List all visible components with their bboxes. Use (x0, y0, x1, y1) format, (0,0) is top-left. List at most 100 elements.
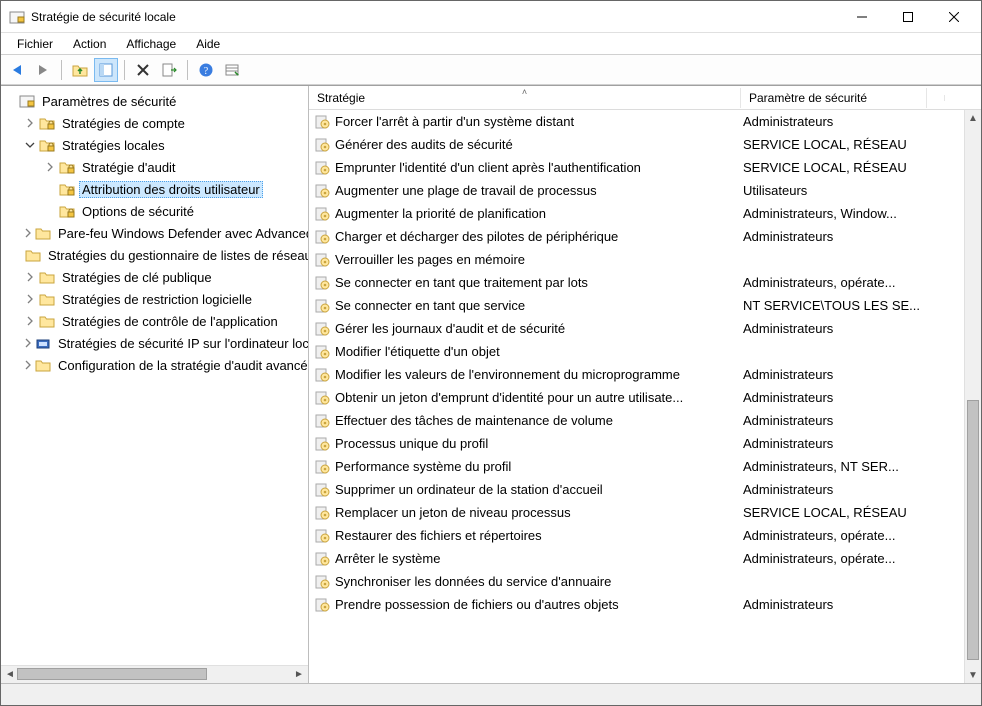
policy-item-icon (313, 597, 331, 613)
tree-item[interactable]: Stratégies de sécurité IP sur l'ordinate… (1, 332, 308, 354)
list-row[interactable]: Modifier l'étiquette d'un objet (309, 340, 981, 363)
tree-item[interactable]: Options de sécurité (1, 200, 308, 222)
tree-item[interactable]: Stratégies de clé publique (1, 266, 308, 288)
list-row[interactable]: Remplacer un jeton de niveau processusSE… (309, 501, 981, 524)
policy-item-icon (313, 229, 331, 245)
list-vertical-scrollbar[interactable]: ▲ ▼ (964, 110, 981, 683)
toolbar-separator (187, 60, 188, 80)
folder-locked-icon (59, 159, 75, 175)
list-row[interactable]: Arrêter le systèmeAdministrateurs, opéra… (309, 547, 981, 570)
tree-item[interactable]: Stratégies du gestionnaire de listes de … (1, 244, 308, 266)
folder-icon (35, 225, 51, 241)
menu-help[interactable]: Aide (186, 35, 230, 53)
list-row[interactable]: Augmenter la priorité de planificationAd… (309, 202, 981, 225)
chevron-right-icon[interactable] (23, 358, 33, 372)
policy-setting: Administrateurs (741, 114, 927, 129)
policy-setting: Administrateurs, opérate... (741, 528, 927, 543)
list-row[interactable]: Processus unique du profilAdministrateur… (309, 432, 981, 455)
tree-item[interactable]: Stratégies de contrôle de l'application (1, 310, 308, 332)
folder-icon (39, 291, 55, 307)
chevron-right-icon[interactable] (23, 270, 37, 284)
export-list-button[interactable] (157, 58, 181, 82)
list-row[interactable]: Synchroniser les données du service d'an… (309, 570, 981, 593)
column-header-policy[interactable]: Stratégie (309, 88, 741, 108)
toolbar: ? (1, 55, 981, 85)
back-button[interactable] (5, 58, 29, 82)
forward-button[interactable] (31, 58, 55, 82)
help-button[interactable]: ? (194, 58, 218, 82)
list-row[interactable]: Obtenir un jeton d'emprunt d'identité po… (309, 386, 981, 409)
delete-button[interactable] (131, 58, 155, 82)
tree-item[interactable]: Attribution des droits utilisateur (1, 178, 308, 200)
maximize-button[interactable] (885, 2, 931, 32)
menu-bar: Fichier Action Affichage Aide (1, 33, 981, 55)
tree-horizontal-scrollbar[interactable]: ◄ ► (1, 665, 308, 683)
tree-item[interactable]: Stratégies de compte (1, 112, 308, 134)
list-row[interactable]: Modifier les valeurs de l'environnement … (309, 363, 981, 386)
tree-body[interactable]: Paramètres de sécurité Stratégies de com… (1, 86, 308, 665)
minimize-button[interactable] (839, 2, 885, 32)
scroll-down-icon[interactable]: ▼ (965, 667, 981, 683)
scrollbar-thumb[interactable] (17, 668, 207, 680)
scrollbar-thumb[interactable] (967, 400, 979, 660)
list-row[interactable]: Se connecter en tant que service NT SERVI… (309, 294, 981, 317)
policy-name: Se connecter en tant que traitement par … (335, 275, 588, 290)
chevron-right-icon[interactable] (23, 336, 33, 350)
list-row[interactable]: Effectuer des tâches de maintenance de v… (309, 409, 981, 432)
policy-name: Se connecter en tant que service (335, 298, 525, 313)
policy-setting: Administrateurs (741, 229, 927, 244)
show-hide-tree-button[interactable] (94, 58, 118, 82)
chevron-right-icon[interactable] (23, 314, 37, 328)
scroll-up-icon[interactable]: ▲ (965, 110, 981, 126)
menu-view[interactable]: Affichage (116, 35, 186, 53)
up-level-button[interactable] (68, 58, 92, 82)
tree-root[interactable]: Paramètres de sécurité (1, 90, 308, 112)
menu-file[interactable]: Fichier (7, 35, 63, 53)
chevron-right-icon[interactable] (23, 226, 33, 240)
policy-setting: Utilisateurs (741, 183, 927, 198)
policy-name: Supprimer un ordinateur de la station d'… (335, 482, 603, 497)
list-row[interactable]: Verrouiller les pages en mémoire (309, 248, 981, 271)
tree-item-label: Options de sécurité (79, 203, 197, 220)
list-row[interactable]: Charger et décharger des pilotes de péri… (309, 225, 981, 248)
chevron-right-icon[interactable] (23, 292, 37, 306)
tree-item-label: Stratégies de clé publique (59, 269, 215, 286)
list-row[interactable]: Supprimer un ordinateur de la station d'… (309, 478, 981, 501)
menu-action[interactable]: Action (63, 35, 116, 53)
list-pane: Stratégie Paramètre de sécurité Forcer l… (309, 86, 981, 683)
list-row[interactable]: Forcer l'arrêt à partir d'un système dis… (309, 110, 981, 133)
list-row[interactable]: Emprunter l'identité d'un client après l… (309, 156, 981, 179)
list-body[interactable]: Forcer l'arrêt à partir d'un système dis… (309, 110, 981, 683)
list-row[interactable]: Prendre possession de fichiers ou d'autr… (309, 593, 981, 616)
scroll-left-icon[interactable]: ◄ (3, 669, 17, 680)
close-button[interactable] (931, 2, 977, 32)
list-row[interactable]: Se connecter en tant que traitement par … (309, 271, 981, 294)
list-row[interactable]: Générer des audits de sécuritéSERVICE LO… (309, 133, 981, 156)
tree-item[interactable]: Stratégie d'audit (1, 156, 308, 178)
tree-item[interactable]: Configuration de la stratégie d'audit av… (1, 354, 308, 376)
tree-item[interactable]: Stratégies locales (1, 134, 308, 156)
folder-icon (25, 247, 41, 263)
policy-item-icon (313, 459, 331, 475)
chevron-down-icon[interactable] (3, 94, 17, 108)
expander-none (43, 182, 57, 196)
list-row[interactable]: Gérer les journaux d'audit et de sécurit… (309, 317, 981, 340)
details-view-button[interactable] (220, 58, 244, 82)
policy-setting: NT SERVICE\TOUS LES SE... (741, 298, 927, 313)
list-row[interactable]: Performance système du profilAdministrat… (309, 455, 981, 478)
tree-item[interactable]: Stratégies de restriction logicielle (1, 288, 308, 310)
chevron-down-icon[interactable] (23, 138, 37, 152)
scroll-right-icon[interactable]: ► (292, 669, 306, 680)
chevron-right-icon[interactable] (43, 160, 57, 174)
folder-locked-icon (59, 181, 75, 197)
list-header: Stratégie Paramètre de sécurité (309, 86, 981, 110)
policy-name: Synchroniser les données du service d'an… (335, 574, 611, 589)
folder-icon (39, 313, 55, 329)
column-header-setting[interactable]: Paramètre de sécurité (741, 88, 927, 108)
tree-item-label: Pare-feu Windows Defender avec Advanced … (55, 225, 308, 242)
chevron-right-icon[interactable] (23, 116, 37, 130)
list-row[interactable]: Augmenter une plage de travail de proces… (309, 179, 981, 202)
tree-item-label: Stratégies de contrôle de l'application (59, 313, 281, 330)
tree-item[interactable]: Pare-feu Windows Defender avec Advanced … (1, 222, 308, 244)
list-row[interactable]: Restaurer des fichiers et répertoiresAdm… (309, 524, 981, 547)
